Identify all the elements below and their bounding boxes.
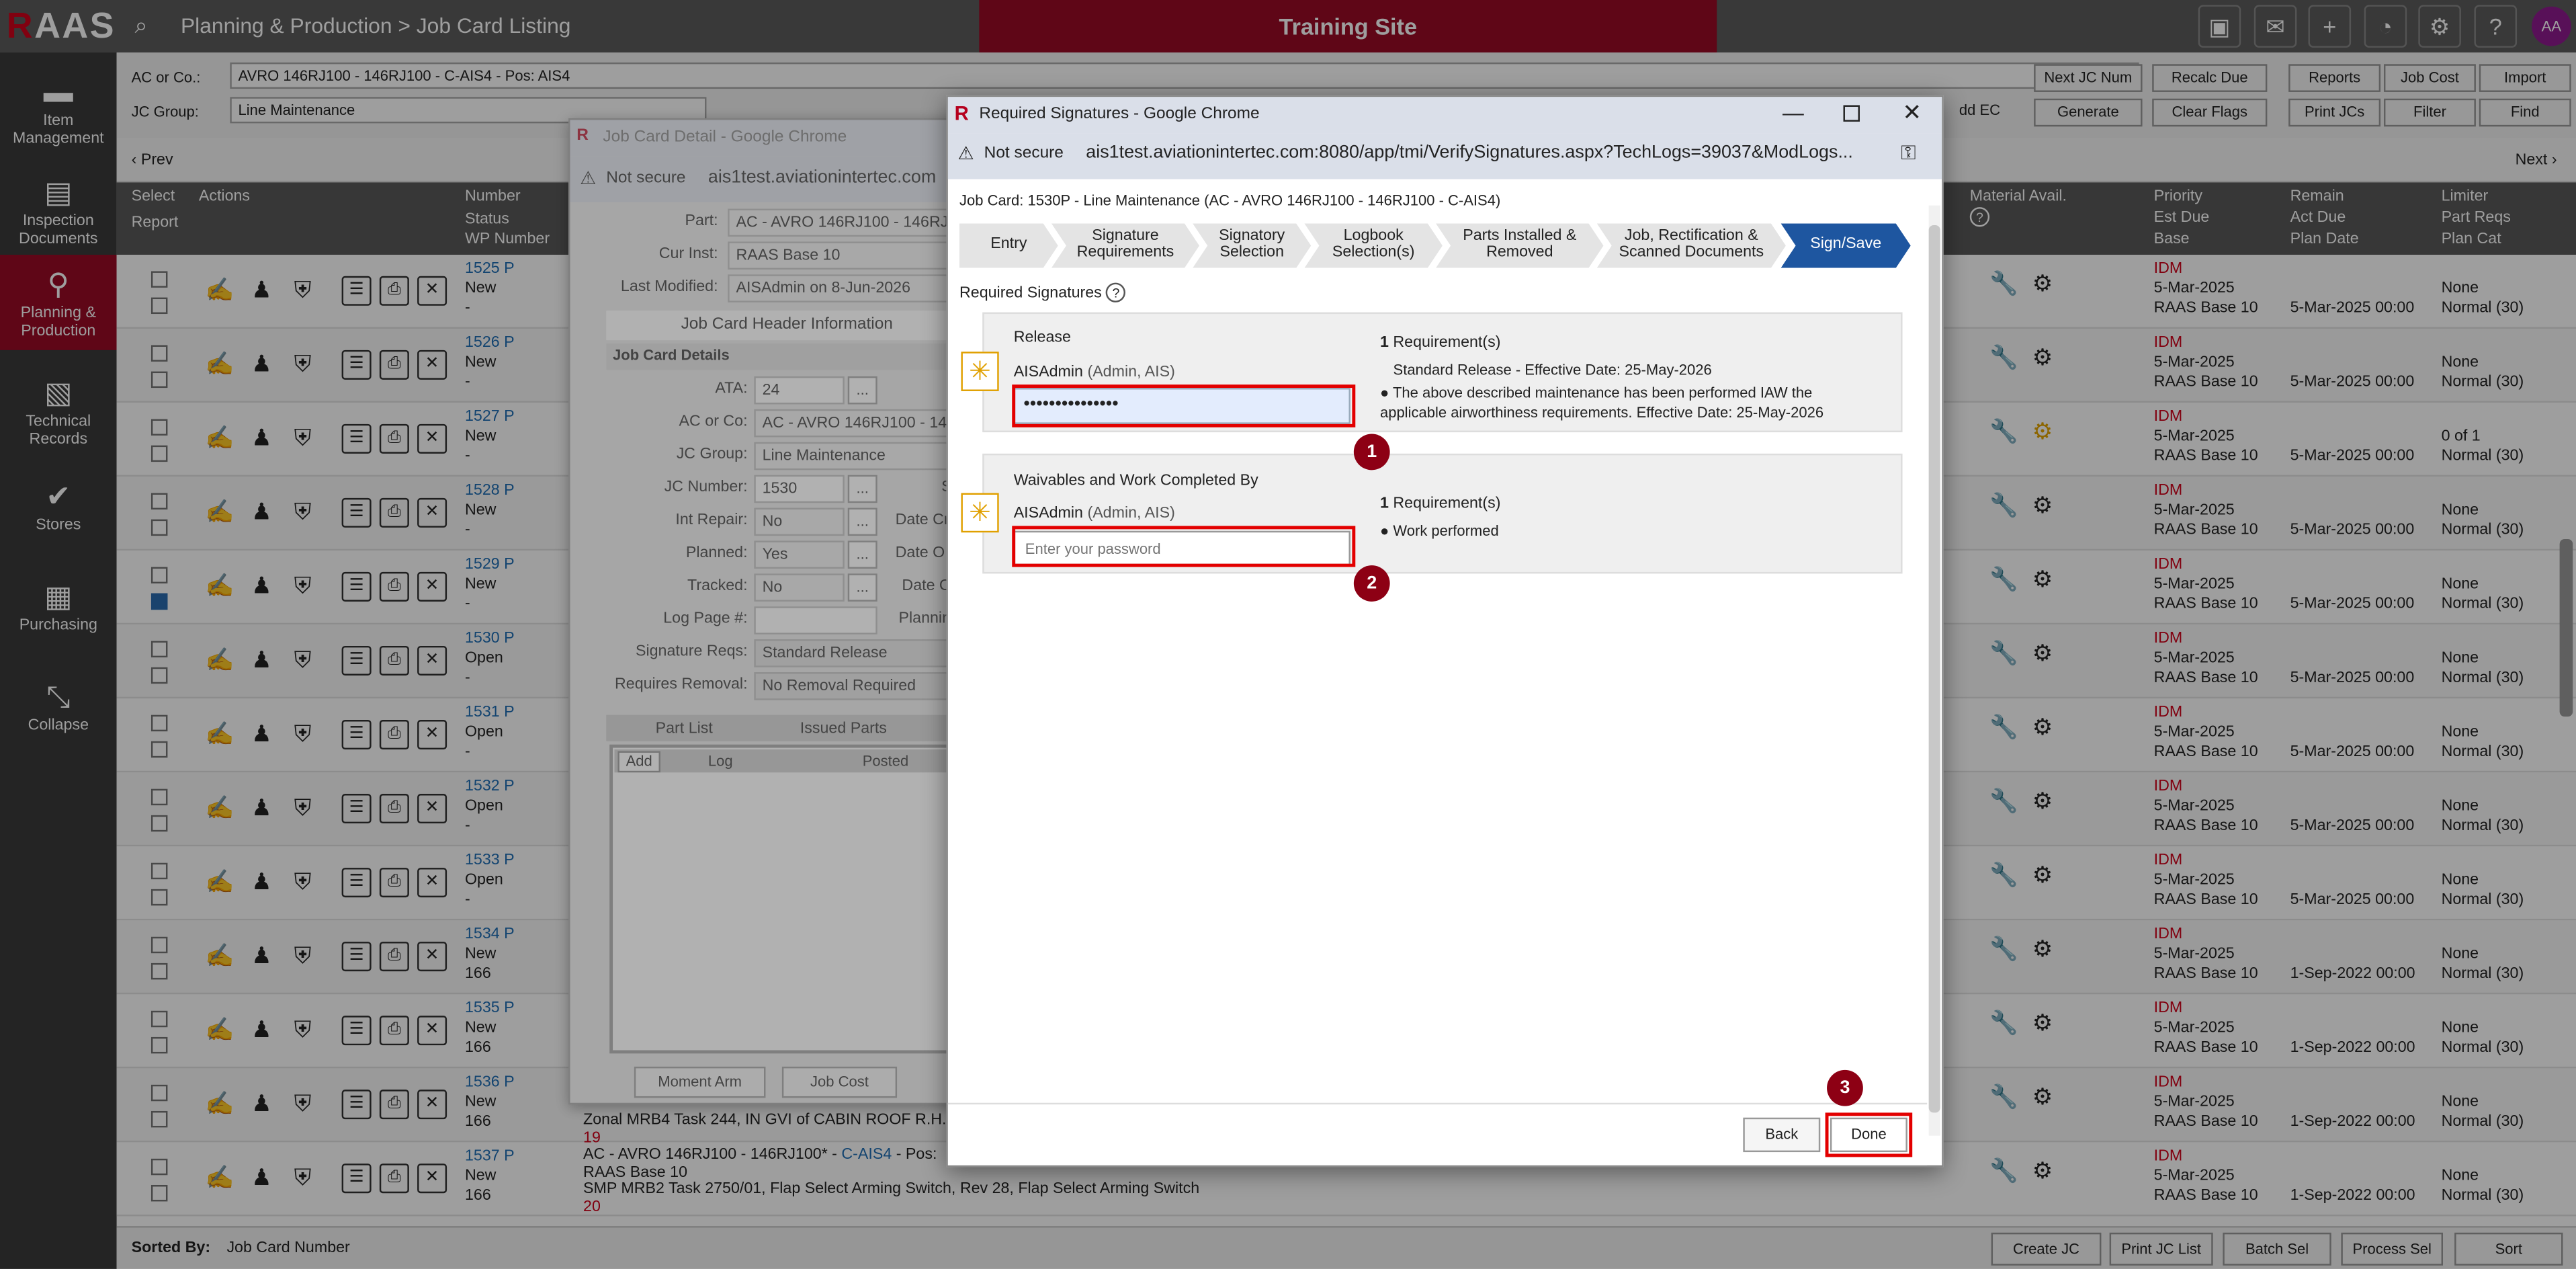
wizard-step-3[interactable]: Signatory Selection: [1193, 224, 1311, 268]
wizard-step-6[interactable]: Job, Rectification & Scanned Documents: [1597, 224, 1786, 268]
highlight-waivables-password: [1012, 526, 1356, 567]
highlight-done-button: [1825, 1112, 1913, 1157]
waivables-req-count: 1 Requirement(s): [1379, 495, 1501, 513]
job-card-overlay: [568, 118, 973, 1105]
step-badge-3: 3: [1827, 1069, 1863, 1106]
required-signatures-window: R Required Signatures - Google Chrome — …: [946, 95, 1944, 1168]
waivables-title: Waivables and Work Completed By: [1013, 471, 1258, 490]
wizard-step-7[interactable]: Sign/Save: [1781, 224, 1911, 268]
chrome-r-icon: R: [954, 101, 969, 125]
release-req-count: 1 Requirement(s): [1379, 333, 1501, 352]
help-circle-icon[interactable]: ?: [1106, 282, 1126, 302]
back-button[interactable]: Back: [1743, 1117, 1821, 1153]
wizard-step-1[interactable]: Entry: [959, 224, 1058, 268]
required-star-icon: ✳: [961, 493, 999, 533]
maximize-icon[interactable]: [1843, 105, 1860, 122]
close-icon[interactable]: ✕: [1903, 99, 1922, 127]
job-card-summary: Job Card: 1530P - Line Maintenance (AC -…: [959, 192, 1501, 209]
signatures-addressbar: ⚠ Not secure ais1test.aviationintertec.c…: [947, 133, 1942, 179]
waivables-user: AISAdmin (Admin, AIS): [1013, 504, 1175, 523]
wizard-step-4[interactable]: Logbook Selection(s): [1304, 224, 1442, 268]
wizard-step-2[interactable]: Signature Requirements: [1051, 224, 1199, 268]
not-secure-label: Not secure: [984, 145, 1064, 163]
signatures-titlebar: R Required Signatures - Google Chrome — …: [947, 97, 1942, 134]
key-icon[interactable]: ⚿: [1901, 141, 1916, 166]
step-badge-2: 2: [1353, 565, 1390, 602]
wizard-step-5[interactable]: Parts Installed & Removed: [1436, 224, 1603, 268]
minimize-icon[interactable]: —: [1783, 100, 1804, 125]
waivables-requirement: ● Work performed: [1379, 522, 1499, 540]
window-title: Required Signatures - Google Chrome: [979, 105, 1260, 124]
url-text[interactable]: ais1test.aviationintertec.com:8080/app/t…: [1086, 143, 1853, 163]
step-badge-1: 1: [1353, 434, 1390, 470]
release-standard: Standard Release - Effective Date: 25-Ma…: [1393, 361, 1712, 378]
required-signatures-heading: Required Signatures ?: [959, 282, 1126, 302]
required-star-icon: ✳: [961, 352, 999, 391]
warning-icon: ⚠: [957, 145, 974, 165]
release-title: Release: [1013, 329, 1071, 347]
dialog-scrollbar[interactable]: [1928, 205, 1940, 1136]
release-user: AISAdmin (Admin, AIS): [1013, 363, 1175, 382]
highlight-release-password: [1012, 384, 1356, 427]
release-requirement: ● The above described maintenance has be…: [1379, 384, 1824, 421]
